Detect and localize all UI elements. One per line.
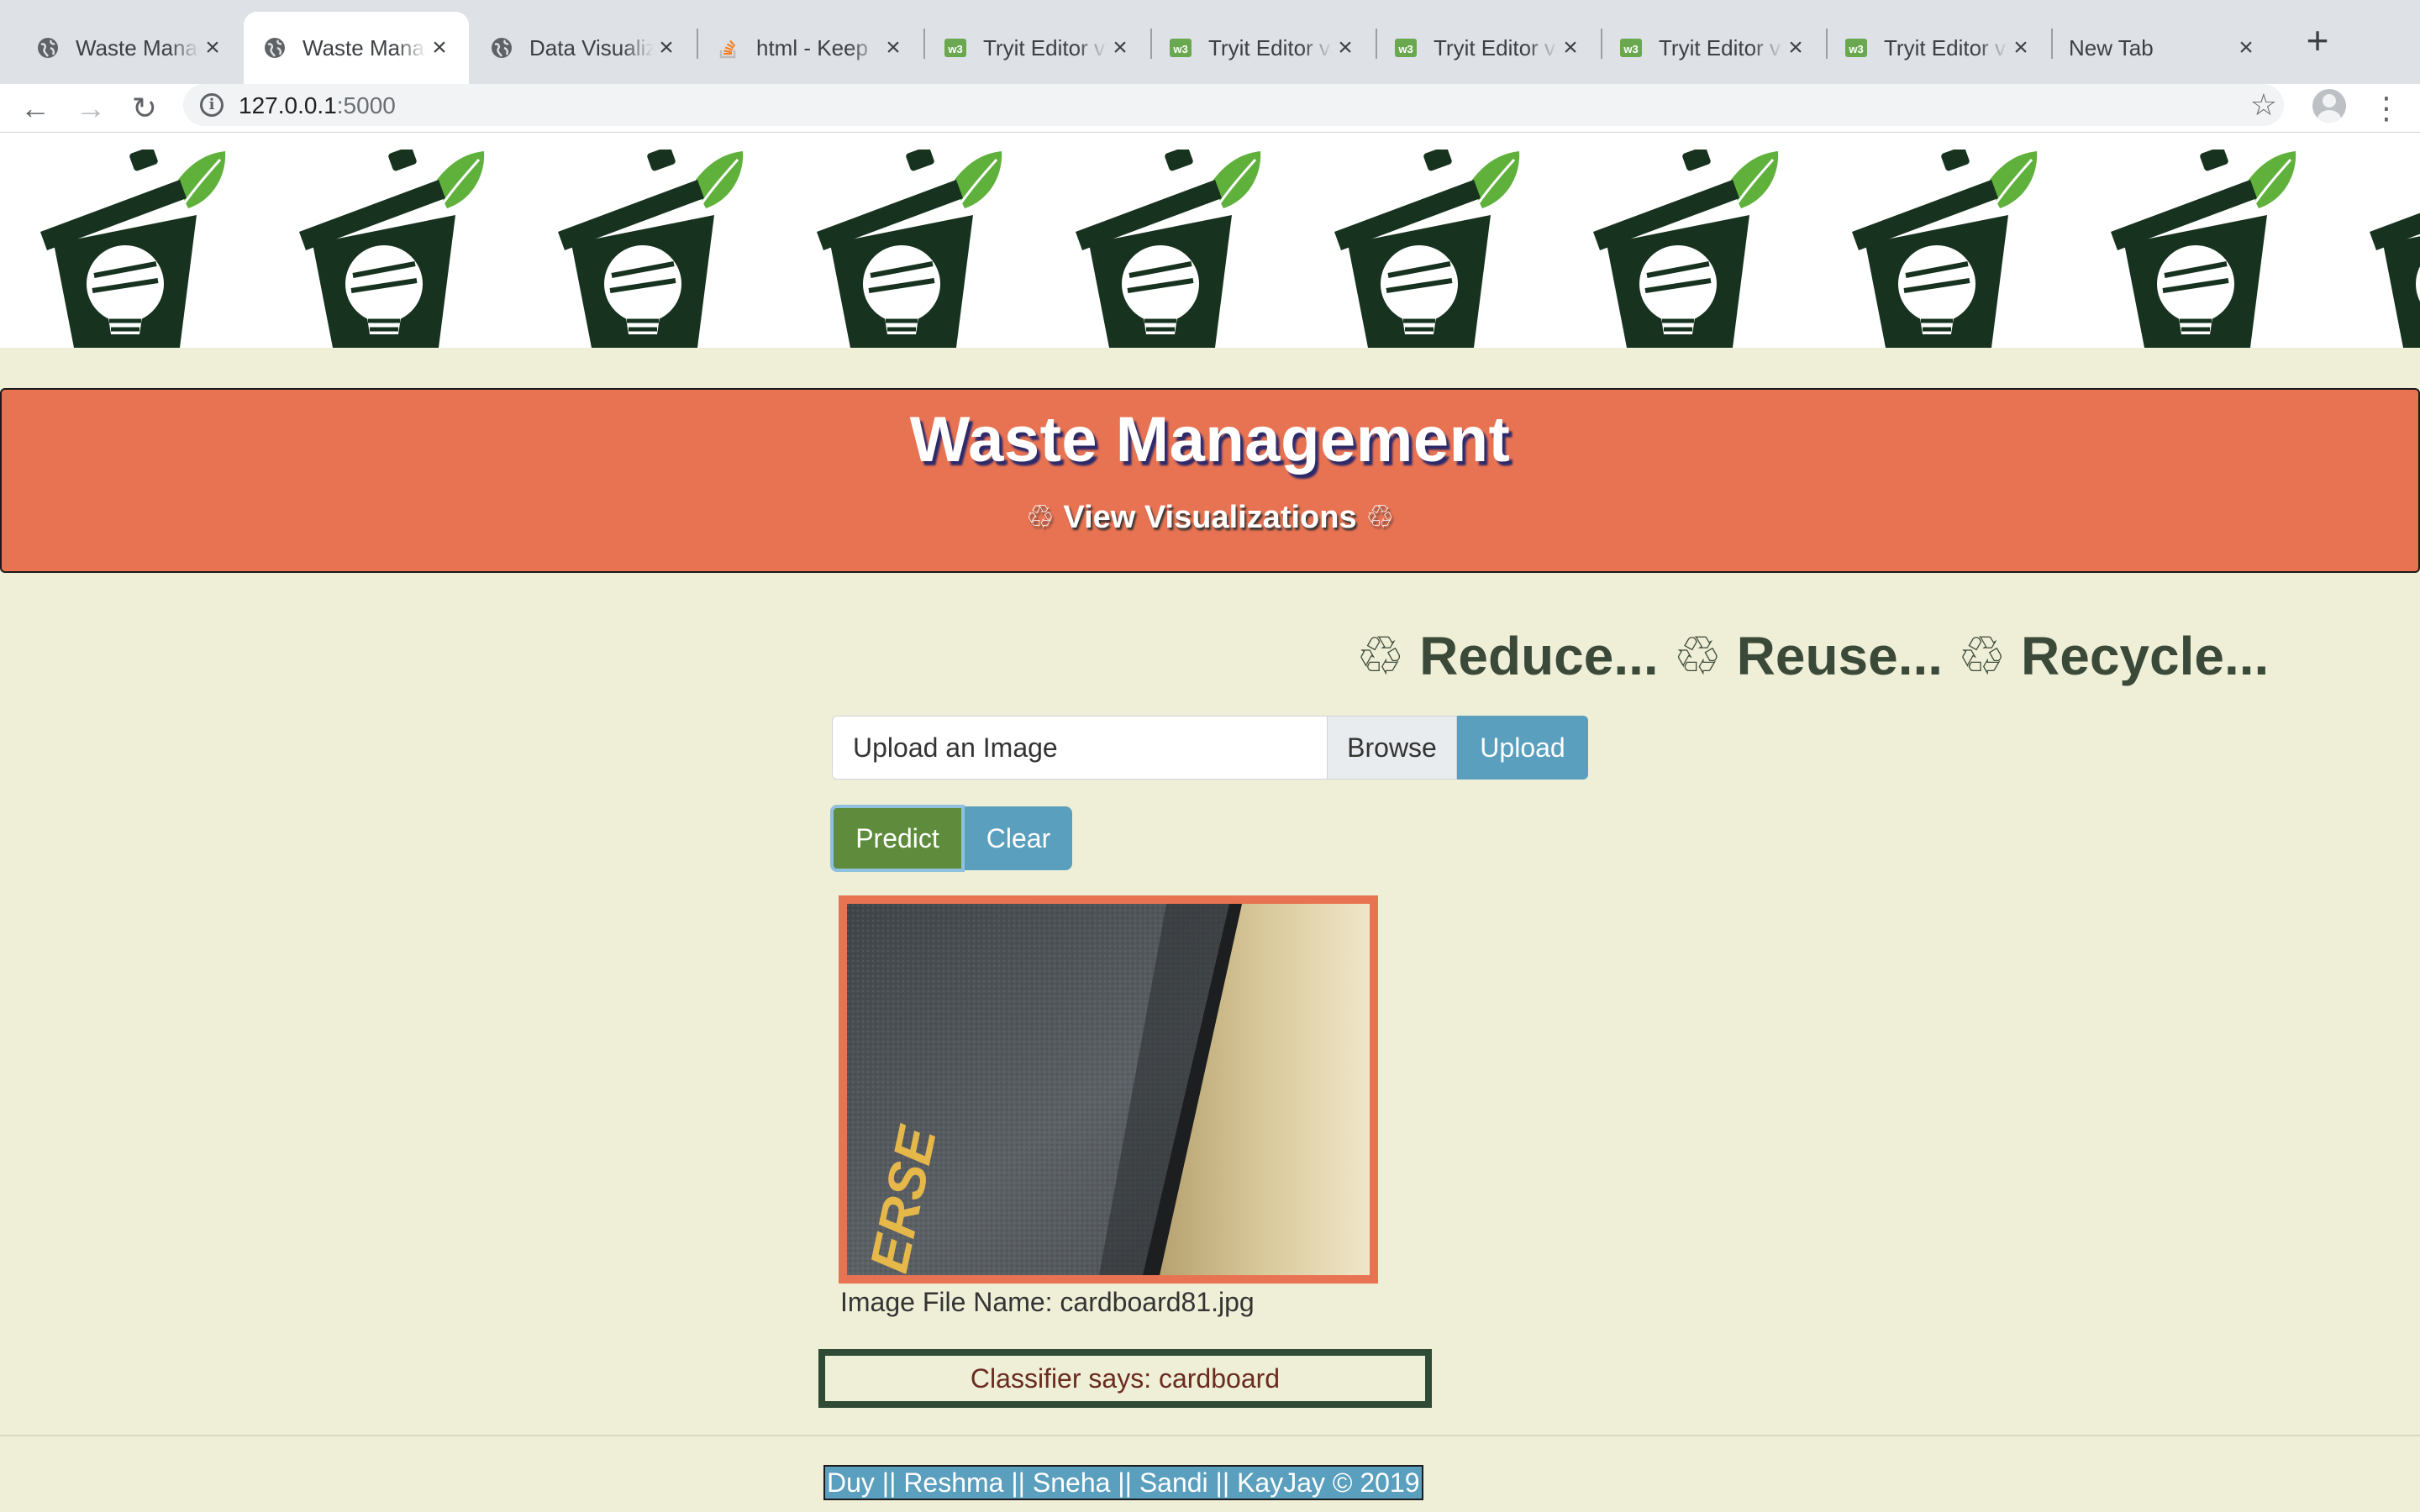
recycle-icon: ♲ bbox=[1365, 500, 1395, 535]
tab-close-icon[interactable]: × bbox=[881, 35, 906, 60]
upload-form: Upload an Image Browse Upload bbox=[832, 716, 1588, 780]
recycle-bin-bulb-icon bbox=[30, 146, 232, 348]
url-text[interactable]: 127.0.0.1:5000 bbox=[239, 92, 396, 119]
address-bar[interactable]: i 127.0.0.1:5000 ☆ bbox=[183, 84, 2284, 126]
footer-credits: Duy || Reshma || Sneha || Sandi || KayJa… bbox=[823, 1465, 1423, 1500]
browser-tab[interactable]: html - Keep × bbox=[697, 12, 923, 84]
tab-title: Tryit Editor v3.6 bbox=[983, 34, 1107, 60]
tab-close-icon[interactable]: × bbox=[1558, 35, 1583, 60]
w3schools-icon: w3 bbox=[1844, 35, 1869, 60]
back-button[interactable]: ← bbox=[12, 84, 59, 133]
browser-tab[interactable]: w3 Tryit Editor v3.6× bbox=[1150, 12, 1375, 84]
w3schools-icon: w3 bbox=[1393, 35, 1418, 60]
recycle-icon: ♲ bbox=[1356, 626, 1405, 686]
tab-close-icon[interactable]: × bbox=[1333, 35, 1358, 60]
slogan-recycle: Recycle... bbox=[2021, 626, 2270, 686]
tab-title: Data Visualizations bbox=[529, 34, 654, 60]
globe-icon bbox=[489, 35, 514, 60]
tab-title: New Tab bbox=[2069, 34, 2154, 60]
header-box: Waste Management ♲ View Visualizations ♲ bbox=[0, 388, 2420, 573]
url-port: :5000 bbox=[336, 92, 396, 118]
tab-title: Tryit Editor v3.6 bbox=[1434, 34, 1558, 60]
profile-avatar-icon[interactable] bbox=[2312, 89, 2346, 123]
globe-icon bbox=[35, 35, 60, 60]
site-info-icon[interactable]: i bbox=[200, 93, 224, 117]
browser-tab[interactable]: w3 Tryit Editor v3.6× bbox=[1825, 12, 2050, 84]
browser-tab[interactable]: New Tab × bbox=[2050, 12, 2275, 84]
logo-banner bbox=[0, 133, 2420, 348]
recycle-bin-bulb-icon bbox=[1842, 146, 2044, 348]
browser-toolbar: ← → ↻ i 127.0.0.1:5000 ☆ ⋮ bbox=[0, 84, 2420, 133]
globe-icon bbox=[262, 35, 287, 60]
action-buttons: Predict Clear bbox=[830, 805, 1072, 872]
tab-close-icon[interactable]: × bbox=[2233, 35, 2259, 60]
slogan-reuse: Reuse... bbox=[1736, 626, 1944, 686]
uploaded-image-preview: ERSE bbox=[839, 895, 1378, 1284]
tab-title: Waste Management bbox=[76, 34, 200, 60]
image-file-input[interactable]: Upload an Image bbox=[832, 716, 1328, 780]
svg-text:w3: w3 bbox=[1623, 43, 1638, 55]
browser-tab[interactable]: w3 Tryit Editor v3.6× bbox=[1375, 12, 1600, 84]
recycle-bin-bulb-icon bbox=[1065, 146, 1267, 348]
tab-title: Tryit Editor v3.6 bbox=[1884, 34, 2008, 60]
recycle-icon: ♲ bbox=[1673, 626, 1722, 686]
forward-button[interactable]: → bbox=[67, 84, 114, 133]
tab-close-icon[interactable]: × bbox=[1783, 35, 1808, 60]
browse-button[interactable]: Browse bbox=[1328, 716, 1457, 780]
svg-text:w3: w3 bbox=[947, 43, 962, 55]
recycle-icon: ♲ bbox=[1957, 626, 2007, 686]
browser-tab[interactable]: Waste Management× bbox=[17, 12, 242, 84]
browser-tab-strip: Waste Management×Waste Management×Data V… bbox=[0, 0, 2420, 84]
upload-button[interactable]: Upload bbox=[1457, 716, 1588, 780]
recycle-bin-bulb-icon bbox=[1324, 146, 1526, 348]
recycle-bin-bulb-icon bbox=[2101, 146, 2302, 348]
footer-divider bbox=[0, 1435, 2420, 1436]
tab-close-icon[interactable]: × bbox=[2008, 35, 2033, 60]
recycle-icon: ♲ bbox=[1025, 500, 1055, 535]
tab-title: html - Keep bbox=[756, 34, 868, 60]
url-host: 127.0.0.1 bbox=[239, 92, 337, 118]
tab-title: Waste Management bbox=[302, 34, 427, 60]
recycle-bin-bulb-icon bbox=[548, 146, 750, 348]
tab-close-icon[interactable]: × bbox=[654, 35, 679, 60]
classifier-result: Classifier says: cardboard bbox=[818, 1349, 1432, 1408]
page-title: Waste Management bbox=[909, 404, 1511, 475]
recycle-bin-bulb-icon bbox=[807, 146, 1008, 348]
stackoverflow-icon bbox=[716, 35, 741, 60]
tab-close-icon[interactable]: × bbox=[200, 35, 225, 60]
image-file-name: Image File Name: cardboard81.jpg bbox=[840, 1287, 1255, 1317]
tab-title: Tryit Editor v3.6 bbox=[1208, 34, 1333, 60]
slogan-reduce: Reduce... bbox=[1419, 626, 1659, 686]
clear-button[interactable]: Clear bbox=[965, 806, 1072, 870]
new-tab-button[interactable]: + bbox=[2294, 18, 2341, 66]
slogan: ♲ Reduce... ♲ Reuse... ♲ Recycle... bbox=[1356, 625, 2269, 688]
tab-close-icon[interactable]: × bbox=[1107, 35, 1133, 60]
view-visualizations-link[interactable]: ♲ View Visualizations ♲ bbox=[1026, 498, 1394, 536]
cardboard-photo: ERSE bbox=[847, 904, 1370, 1275]
browser-tab[interactable]: Data Visualizations× bbox=[471, 12, 696, 84]
bookmark-star-icon[interactable]: ☆ bbox=[2250, 87, 2277, 123]
recycle-bin-bulb-icon bbox=[1583, 146, 1785, 348]
recycle-bin-bulb-icon bbox=[289, 146, 491, 348]
browser-menu-icon[interactable]: ⋮ bbox=[2371, 84, 2402, 133]
svg-text:w3: w3 bbox=[1397, 43, 1413, 55]
tab-close-icon[interactable]: × bbox=[427, 35, 452, 60]
svg-text:w3: w3 bbox=[1172, 43, 1187, 55]
browser-tab[interactable]: Waste Management× bbox=[244, 12, 469, 84]
view-visualizations-label: View Visualizations bbox=[1063, 500, 1357, 535]
w3schools-icon: w3 bbox=[1618, 35, 1644, 60]
tab-title: Tryit Editor v3.6 bbox=[1659, 34, 1783, 60]
w3schools-icon: w3 bbox=[1168, 35, 1193, 60]
predict-button[interactable]: Predict bbox=[830, 805, 965, 872]
svg-text:w3: w3 bbox=[1848, 43, 1863, 55]
browser-tab[interactable]: w3 Tryit Editor v3.6× bbox=[1600, 12, 1825, 84]
browser-tab[interactable]: w3 Tryit Editor v3.6× bbox=[924, 12, 1150, 84]
w3schools-icon: w3 bbox=[943, 35, 968, 60]
recycle-bin-bulb-icon bbox=[2360, 150, 2420, 348]
reload-button[interactable]: ↻ bbox=[121, 84, 168, 133]
